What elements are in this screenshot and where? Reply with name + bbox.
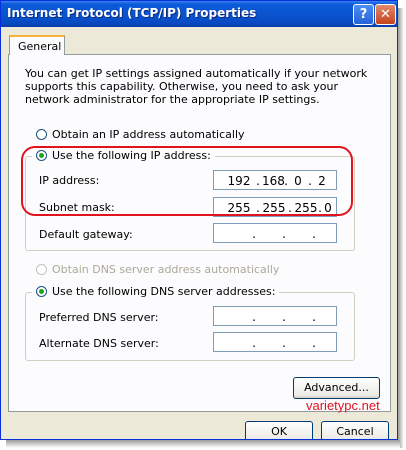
octet-separator: . [282,336,286,350]
tab-general-label: General [18,40,62,53]
cancel-button[interactable]: Cancel [321,421,389,439]
default-gateway-label: Default gateway: [39,228,133,241]
ok-button[interactable]: OK [245,421,313,439]
advanced-button[interactable]: Advanced... [293,377,380,399]
watermark-text: varietypc.net [306,398,380,413]
radio-obtain-dns-auto[interactable]: Obtain DNS server address automatically [36,263,279,276]
intro-text: You can get IP settings assigned automat… [25,67,368,106]
title-bar[interactable]: Internet Protocol (TCP/IP) Properties ? … [1,1,397,27]
octet-separator: . [282,227,286,241]
octet-separator: . [312,310,316,324]
close-button[interactable]: ✕ [375,4,396,25]
radio-use-following-dns-label: Use the following DNS server addresses: [52,285,276,298]
help-button[interactable]: ? [353,4,374,25]
octet-separator: . [312,336,316,350]
radio-obtain-ip-auto-label: Obtain an IP address automatically [52,128,245,141]
radio-indicator [36,129,47,140]
default-gateway-input[interactable]: . . . [213,223,337,243]
window-shadow-right [398,8,404,448]
radio-obtain-dns-auto-label: Obtain DNS server address automatically [52,263,280,276]
octet-separator: . [252,227,256,241]
window-shadow-bottom [6,440,400,448]
preferred-dns-label: Preferred DNS server: [39,311,159,324]
window-title: Internet Protocol (TCP/IP) Properties [7,6,257,20]
octet-separator: . [252,310,256,324]
dialog-window: Internet Protocol (TCP/IP) Properties ? … [0,0,398,440]
preferred-dns-input[interactable]: . . . [213,306,337,326]
tab-general[interactable]: General [9,35,65,55]
octet-separator: . [282,310,286,324]
highlight-annotation [21,146,353,216]
octet-separator: . [252,336,256,350]
radio-indicator-checked [36,286,47,297]
alternate-dns-label: Alternate DNS server: [39,337,159,350]
octet-separator: . [312,227,316,241]
radio-use-following-dns[interactable]: Use the following DNS server addresses: [32,285,280,298]
alternate-dns-input[interactable]: . . . [213,332,337,352]
radio-indicator-disabled [36,264,47,275]
radio-obtain-ip-auto[interactable]: Obtain an IP address automatically [36,128,245,141]
